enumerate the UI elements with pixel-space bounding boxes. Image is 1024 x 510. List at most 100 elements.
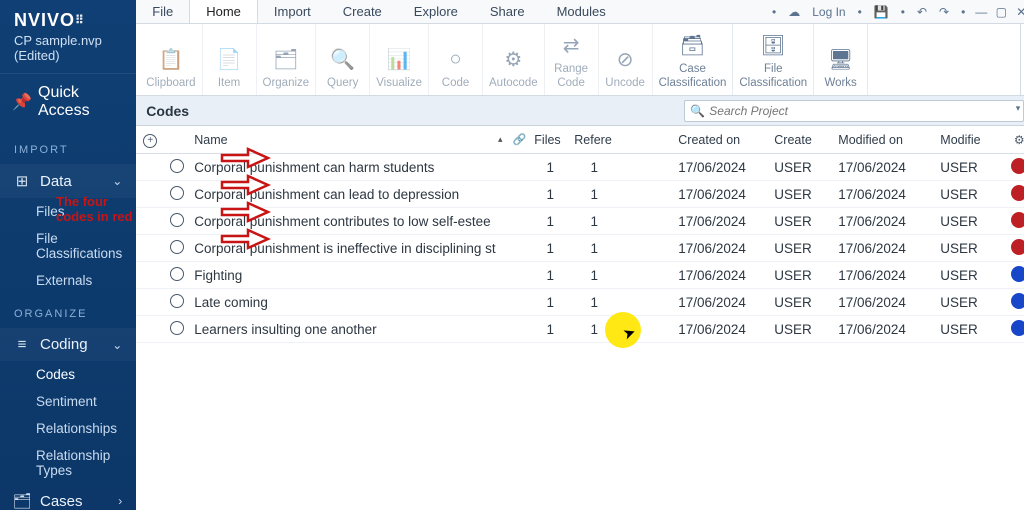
nav-sub-file-classifications[interactable]: File Classifications xyxy=(0,225,136,267)
quick-access-label: Quick Access xyxy=(38,84,122,120)
pin-icon: 📌 xyxy=(14,92,30,112)
tab-modules[interactable]: Modules xyxy=(541,0,622,23)
tab-create[interactable]: Create xyxy=(327,0,398,23)
codes-grid: + Name ▴ 🔗 Files Refere Created on Creat… xyxy=(136,126,1024,510)
col-name[interactable]: Name xyxy=(194,133,227,147)
autocode-icon: ⚙ xyxy=(504,45,522,73)
tab-share[interactable]: Share xyxy=(474,0,541,23)
tab-explore[interactable]: Explore xyxy=(398,0,474,23)
code-node-icon xyxy=(170,186,184,200)
nav-data[interactable]: ⊞Data ⌄ xyxy=(0,164,136,198)
ribbon-label: Clipboard xyxy=(146,73,195,91)
color-dot xyxy=(1011,239,1024,255)
nav-sub-sentiment[interactable]: Sentiment xyxy=(0,388,136,415)
cases-icon: 🗂 xyxy=(14,492,30,510)
code-icon: ○ xyxy=(449,45,461,73)
created-on: 17/06/2024 xyxy=(674,241,770,256)
code-row[interactable]: Corporal punishment is ineffective in di… xyxy=(136,235,1024,262)
search-dropdown[interactable]: ▾ xyxy=(1016,103,1021,114)
refs-count: 1 xyxy=(570,295,618,310)
nav-sub-codes[interactable]: Codes xyxy=(0,361,136,388)
col-modified[interactable]: Modified on xyxy=(834,133,936,147)
close-button[interactable]: ✕ xyxy=(1014,5,1024,18)
ribbon-uncode[interactable]: ⊘Uncode xyxy=(599,24,653,95)
section-import: IMPORT xyxy=(0,130,136,164)
modified-on: 17/06/2024 xyxy=(834,322,936,337)
modified-on: 17/06/2024 xyxy=(834,241,936,256)
nav-sub-externals[interactable]: Externals xyxy=(0,267,136,294)
chevron-down-icon: ⌄ xyxy=(112,174,122,188)
expand-all-button[interactable]: + xyxy=(143,134,157,148)
nav-cases[interactable]: 🗂Cases › xyxy=(0,484,136,510)
nav-sub-relationships[interactable]: Relationships xyxy=(0,415,136,442)
code-row[interactable]: Learners insulting one another1117/06/20… xyxy=(136,316,1024,343)
tab-import[interactable]: Import xyxy=(258,0,327,23)
brand-logo: NVIVO⠿ xyxy=(0,0,136,33)
created-by: USER xyxy=(770,322,834,337)
ribbon-clipboard[interactable]: 📋Clipboard xyxy=(140,24,202,95)
ribbon-range[interactable]: ⇄Range Code xyxy=(545,24,599,95)
redo-icon[interactable]: ↷ xyxy=(936,5,952,19)
code-row[interactable]: Corporal punishment can lead to depressi… xyxy=(136,181,1024,208)
code-name: Late coming xyxy=(190,295,530,310)
created-on: 17/06/2024 xyxy=(674,187,770,202)
ribbon-query[interactable]: 🔍Query xyxy=(316,24,370,95)
code-row[interactable]: Late coming1117/06/2024USER17/06/2024USE… xyxy=(136,289,1024,316)
panel-header: Codes 🔍 ▾ xyxy=(136,96,1024,126)
code-row[interactable]: Fighting1117/06/2024USER17/06/2024USER xyxy=(136,262,1024,289)
quick-access[interactable]: 📌 Quick Access xyxy=(0,73,136,130)
person-icon[interactable]: • xyxy=(769,5,779,19)
created-on: 17/06/2024 xyxy=(674,268,770,283)
ribbon-visualize[interactable]: 📊Visualize xyxy=(370,24,429,95)
nav-coding-label: Coding xyxy=(40,336,88,353)
refs-count: 1 xyxy=(570,160,618,175)
nav-coding[interactable]: ≡Coding ⌄ xyxy=(0,328,136,361)
modified-on: 17/06/2024 xyxy=(834,295,936,310)
nav-sub-relationship-types[interactable]: Relationship Types xyxy=(0,442,136,484)
minimize-button[interactable]: — xyxy=(974,5,988,18)
col-created[interactable]: Created on xyxy=(674,133,770,147)
sep: • xyxy=(898,5,908,19)
column-options-button[interactable]: ⚙ xyxy=(1004,133,1024,147)
undo-icon[interactable]: ↶ xyxy=(914,5,930,19)
col-files[interactable]: Files xyxy=(530,133,570,147)
col-refs[interactable]: Refere xyxy=(570,133,618,147)
col-modifyby[interactable]: Modifie xyxy=(936,133,1004,147)
brand-dots-icon: ⠿ xyxy=(75,13,83,27)
workspace-icon: 🖥 xyxy=(828,45,853,73)
ribbon-code[interactable]: ○Code xyxy=(429,24,483,95)
section-organize: ORGANIZE xyxy=(0,294,136,328)
code-row[interactable]: Corporal punishment contributes to low s… xyxy=(136,208,1024,235)
chevron-right-icon: › xyxy=(118,494,122,508)
save-icon[interactable]: 💾 xyxy=(871,5,892,19)
modified-by: USER xyxy=(936,214,1004,229)
item-icon: 📄 xyxy=(217,45,242,73)
chevron-down-icon: ⌄ xyxy=(112,338,122,352)
project-filename: CP sample.nvp (Edited) xyxy=(0,33,136,73)
code-name: Corporal punishment can lead to depressi… xyxy=(190,187,530,202)
login-link[interactable]: Log In xyxy=(809,5,848,19)
search-input[interactable] xyxy=(684,100,1024,122)
created-on: 17/06/2024 xyxy=(674,295,770,310)
data-icon: ⊞ xyxy=(14,172,30,190)
modified-on: 17/06/2024 xyxy=(834,187,936,202)
col-createby[interactable]: Create xyxy=(770,133,834,147)
ribbon-workspace[interactable]: 🖥Works xyxy=(814,24,868,95)
cloud-icon[interactable]: ☁ xyxy=(785,5,803,19)
created-by: USER xyxy=(770,295,834,310)
nav-sub-files[interactable]: Files xyxy=(0,198,136,225)
ribbon-organize[interactable]: 🗂Organize xyxy=(257,24,317,95)
caseclass-icon: 🗃 xyxy=(680,31,705,59)
tab-home[interactable]: Home xyxy=(189,0,258,23)
color-dot xyxy=(1011,266,1024,282)
ribbon-scroll-right[interactable]: › xyxy=(1020,24,1024,95)
maximize-button[interactable]: ▢ xyxy=(994,5,1008,18)
code-row[interactable]: Corporal punishment can harm students111… xyxy=(136,154,1024,181)
ribbon-caseclass[interactable]: 🗃Case Classification xyxy=(653,24,734,95)
ribbon-item[interactable]: 📄Item xyxy=(203,24,257,95)
tab-file[interactable]: File xyxy=(136,0,189,23)
ribbon-autocode[interactable]: ⚙Autocode xyxy=(483,24,545,95)
modified-by: USER xyxy=(936,322,1004,337)
main-area: FileHomeImportCreateExploreShareModules … xyxy=(136,0,1024,510)
ribbon-fileclass[interactable]: 🗄File Classification xyxy=(733,24,814,95)
